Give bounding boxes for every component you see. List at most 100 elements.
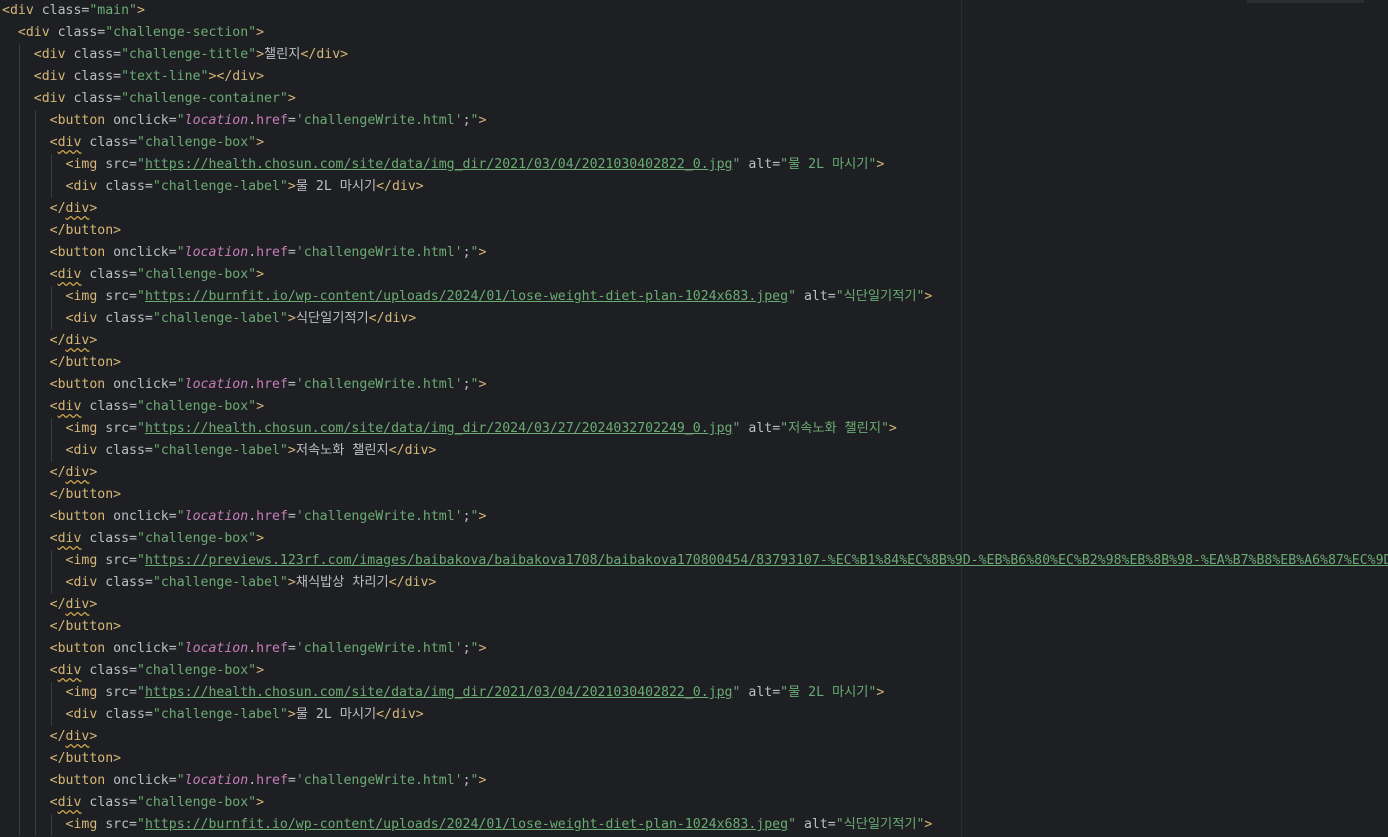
code-line[interactable]: <img src="https://health.chosun.com/site… [0,154,1388,176]
code-line[interactable]: <button onclick="location.href='challeng… [0,374,1388,396]
code-line[interactable]: </div> [0,726,1388,748]
code-line[interactable]: <img src="https://previews.123rf.com/ima… [0,550,1388,572]
code-token-tag: <div [65,575,106,590]
code-line[interactable]: <button onclick="location.href='challeng… [0,638,1388,660]
code-token-str: " [137,817,145,832]
code-token-attr: src= [105,685,137,700]
indent-guide [51,572,52,594]
code-line[interactable]: <div class="challenge-container"> [0,88,1388,110]
code-line[interactable]: <button onclick="location.href='challeng… [0,110,1388,132]
code-editor[interactable]: <div class="main"> <div class="challenge… [0,0,1388,837]
code-token-attr: class= [105,575,153,590]
code-token-tag: </div> [388,443,437,458]
code-token-str: "challenge-label" [152,311,288,326]
code-token-str: " [137,553,145,568]
indent-guide [35,770,36,792]
code-token-text: = [287,377,296,392]
code-token-tag: > [924,817,933,832]
code-token-jsprop: href [256,641,288,656]
code-line[interactable]: <div class="challenge-label">물 2L 마시기</d… [0,176,1388,198]
code-line[interactable]: </div> [0,462,1388,484]
indent-guide [51,440,52,462]
code-line[interactable]: <div class="text-line"></div> [0,66,1388,88]
code-token-tag: < [49,399,58,414]
code-line[interactable]: <button onclick="location.href='challeng… [0,506,1388,528]
code-token-str: " [470,113,479,128]
code-token-attr: src= [105,289,137,304]
code-token-attr: class= [105,311,153,326]
code-token-warn: div [57,135,82,150]
code-token-tag: </div> [376,179,424,194]
code-line[interactable]: <img src="https://health.chosun.com/site… [0,682,1388,704]
code-line[interactable]: </button> [0,748,1388,770]
code-token-str: 'challengeWrite.html' [295,641,463,656]
indent-guide [19,418,20,440]
code-line[interactable]: </button> [0,484,1388,506]
indent-guide [19,132,20,154]
code-token-tag: > [89,333,98,348]
indent-guide [35,682,36,704]
code-line[interactable]: <div class="challenge-label">물 2L 마시기</d… [0,704,1388,726]
indent-guide [35,506,36,528]
code-token-attr: class= [89,531,138,546]
code-line[interactable]: <div class="challenge-box"> [0,396,1388,418]
code-line[interactable]: <div class="challenge-title">챌린지</div> [0,44,1388,66]
code-area[interactable]: <div class="main"> <div class="challenge… [0,0,1388,837]
code-token-warn: div [57,795,82,810]
indent-guide [35,484,36,506]
code-token-attr: class= [57,25,106,40]
code-token-str: " [470,509,479,524]
code-line[interactable]: <div class="challenge-box"> [0,528,1388,550]
code-token-tag: > [287,443,296,458]
indent-guide [19,198,20,220]
code-line[interactable]: <div class="challenge-box"> [0,792,1388,814]
code-token-tag: <div [33,47,74,62]
code-line[interactable]: <img src="https://burnfit.io/wp-content/… [0,286,1388,308]
code-line[interactable]: <div class="challenge-label">저속노화 챌린지</d… [0,440,1388,462]
indent-guide [19,682,20,704]
code-line[interactable]: </div> [0,198,1388,220]
code-line[interactable]: </div> [0,594,1388,616]
code-line[interactable]: <div class="challenge-box"> [0,132,1388,154]
code-token-tag: </button> [49,487,122,502]
code-token-tag: > [256,399,265,414]
code-line[interactable]: <img src="https://health.chosun.com/site… [0,418,1388,440]
code-line[interactable]: </button> [0,352,1388,374]
code-token-text: . [248,377,257,392]
code-token-tag: </button> [49,619,122,634]
code-line[interactable]: <div class="challenge-box"> [0,660,1388,682]
code-token-str: " [470,377,479,392]
code-token-tag: > [256,25,265,40]
code-token-text: ; [462,773,471,788]
code-line[interactable]: <button onclick="location.href='challeng… [0,770,1388,792]
code-token-url: https://health.chosun.com/site/data/img_… [144,157,733,172]
code-line[interactable]: <div class="challenge-box"> [0,264,1388,286]
code-token-tag: <div [65,179,106,194]
indent-guide [19,154,20,176]
code-token-warn: div [57,267,82,282]
code-line[interactable]: </div> [0,330,1388,352]
code-token-attr: class= [105,443,153,458]
code-line[interactable]: <div class="challenge-label">채식밥상 차리기</d… [0,572,1388,594]
code-token-str: " [176,113,185,128]
indent-guide [19,572,20,594]
indent-guide [35,264,36,286]
indent-guide [19,66,20,88]
code-line[interactable]: <div class="challenge-label">식단일기적기</div… [0,308,1388,330]
code-line[interactable]: <button onclick="location.href='challeng… [0,242,1388,264]
code-line[interactable]: </button> [0,220,1388,242]
code-line[interactable]: </button> [0,616,1388,638]
indent-guide [35,198,36,220]
code-token-str: "challenge-box" [137,399,257,414]
code-line[interactable]: <div class="main"> [0,0,1388,22]
code-line[interactable]: <img src="https://burnfit.io/wp-content/… [0,814,1388,836]
code-line[interactable]: <div class="challenge-section"> [0,22,1388,44]
code-token-tag: < [49,135,58,150]
code-token-str: " [176,509,185,524]
